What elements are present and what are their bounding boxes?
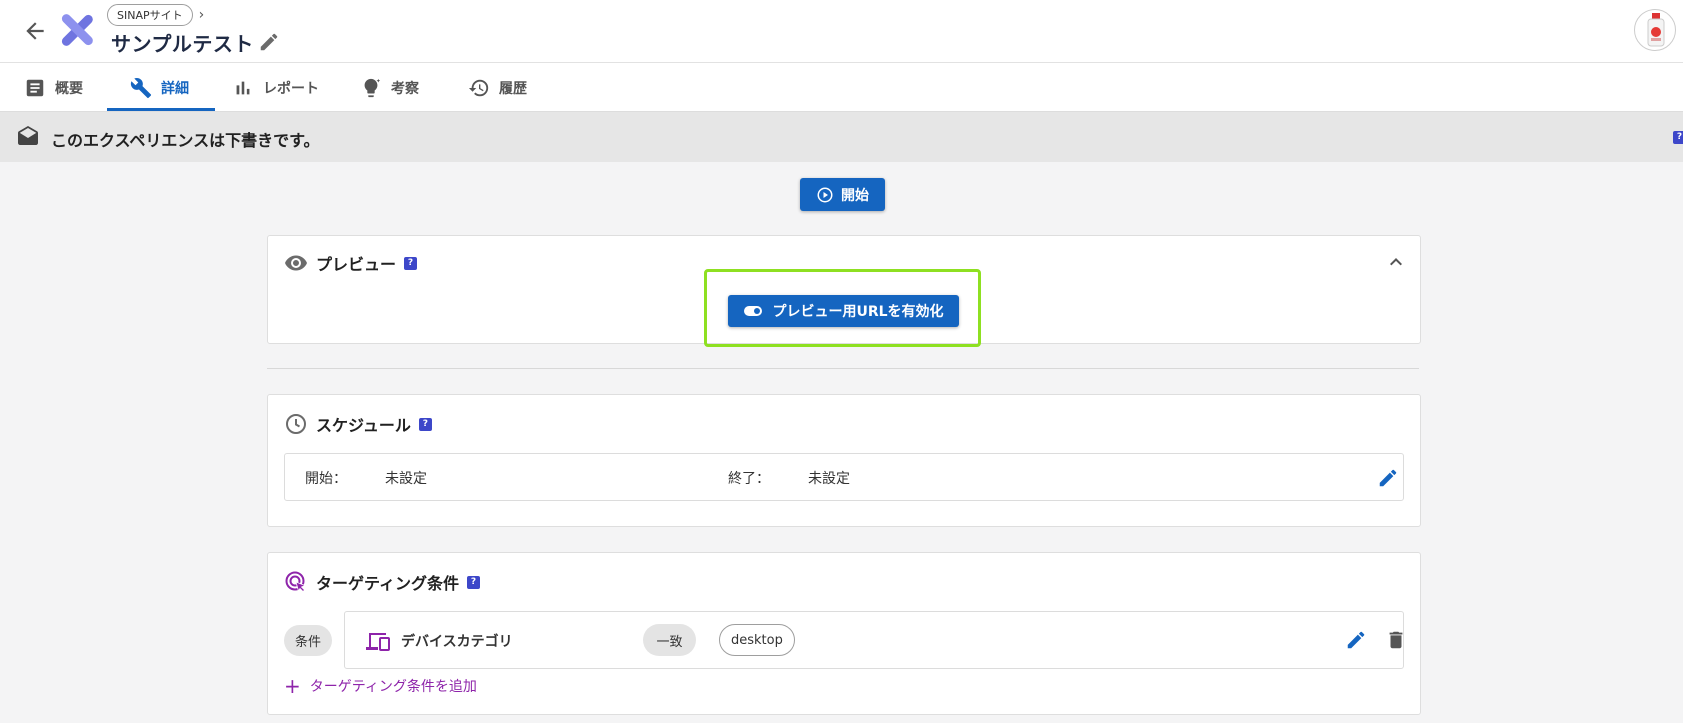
history-icon (468, 79, 489, 96)
tab-bar: 概要 詳細 レポート 考察 履歴 (0, 63, 1683, 112)
enable-preview-url-label: プレビュー用URLを有効化 (772, 304, 944, 320)
active-tab-indicator (107, 108, 215, 111)
condition-row: デバイスカテゴリ 一致 desktop (344, 611, 1404, 669)
banner-help-icon[interactable]: ? (1673, 131, 1683, 144)
edit-title-pencil-icon[interactable] (258, 31, 280, 53)
tab-label: 履歴 (499, 80, 527, 97)
tab-report[interactable]: レポート (232, 63, 319, 112)
tab-label: 考察 (391, 80, 419, 97)
tab-label: 詳細 (161, 80, 189, 97)
condition-operator-chip: 一致 (643, 624, 696, 656)
enable-preview-url-button[interactable]: プレビュー用URLを有効化 (728, 295, 959, 327)
chevron-up-icon[interactable] (1384, 250, 1408, 274)
schedule-end-label: 終了： (728, 471, 770, 487)
tab-details[interactable]: 詳細 (130, 63, 189, 112)
drafts-mail-icon (18, 126, 38, 145)
play-circle-icon (817, 187, 833, 202)
user-avatar[interactable] (1634, 9, 1676, 51)
draft-banner-text: このエクスペリエンスは下書きです。 (51, 131, 320, 150)
condition-field-label: デバイスカテゴリ (401, 634, 513, 650)
condition-chip: 条件 (284, 625, 332, 656)
tab-overview[interactable]: 概要 (24, 63, 83, 112)
targeting-help-icon[interactable]: ? (467, 575, 481, 589)
edit-schedule-pencil-icon[interactable] (1377, 467, 1399, 489)
targeting-header: ターゲティング条件 ? (284, 570, 481, 594)
target-cursor-icon (285, 571, 307, 593)
wrench-icon (130, 77, 152, 98)
trash-icon[interactable] (1385, 629, 1407, 651)
plus-icon: + (284, 674, 301, 698)
back-arrow-icon[interactable] (22, 18, 48, 44)
schedule-start-label: 開始： (305, 471, 347, 487)
page-title: サンプルテスト (111, 32, 254, 56)
preview-help-icon[interactable]: ? (404, 256, 418, 270)
schedule-help-icon[interactable]: ? (418, 417, 432, 431)
eye-icon (285, 255, 307, 271)
toggle-icon (744, 306, 763, 316)
app-logo-icon (61, 14, 93, 46)
breadcrumb: SINAPサイト › (107, 4, 204, 26)
schedule-row: 開始： 未設定 終了： 未設定 (284, 453, 1404, 501)
targeting-title: ターゲティング条件 (316, 574, 460, 593)
clock-icon (286, 414, 306, 434)
document-icon (26, 79, 44, 96)
add-targeting-condition-label: ターゲティング条件を追加 (309, 679, 477, 695)
schedule-end-value: 未設定 (808, 471, 850, 487)
condition-value-chip: desktop (719, 624, 795, 656)
edit-condition-pencil-icon[interactable] (1345, 629, 1367, 651)
tab-insights[interactable]: 考察 (360, 63, 419, 112)
add-targeting-condition-link[interactable]: + ターゲティング条件を追加 (284, 676, 477, 696)
draft-banner: このエクスペリエンスは下書きです。 (0, 112, 1683, 162)
targeting-card: ターゲティング条件 ? 条件 デバイスカテゴリ 一致 desktop + ターゲ… (267, 552, 1421, 715)
preview-title: プレビュー (316, 255, 397, 274)
avatar-bottle-icon (1647, 13, 1665, 47)
tab-label: レポート (263, 80, 319, 97)
section-divider (267, 368, 1419, 369)
breadcrumb-site-chip[interactable]: SINAPサイト (107, 4, 193, 26)
schedule-title: スケジュール (316, 416, 411, 435)
tab-label: 概要 (55, 80, 83, 97)
schedule-start-value: 未設定 (385, 471, 427, 487)
tab-history[interactable]: 履歴 (468, 63, 527, 112)
app-header: SINAPサイト › サンプルテスト (0, 0, 1683, 63)
start-button-label: 開始 (841, 187, 869, 204)
preview-header: プレビュー ? (284, 251, 418, 275)
chevron-right-icon: › (198, 7, 205, 23)
schedule-card: スケジュール ? 開始： 未設定 終了： 未設定 (267, 394, 1421, 527)
bar-chart-icon (236, 81, 250, 94)
lightbulb-icon (364, 78, 381, 97)
start-button[interactable]: 開始 (800, 178, 885, 211)
schedule-header: スケジュール ? (284, 412, 432, 436)
devices-icon (366, 633, 390, 651)
